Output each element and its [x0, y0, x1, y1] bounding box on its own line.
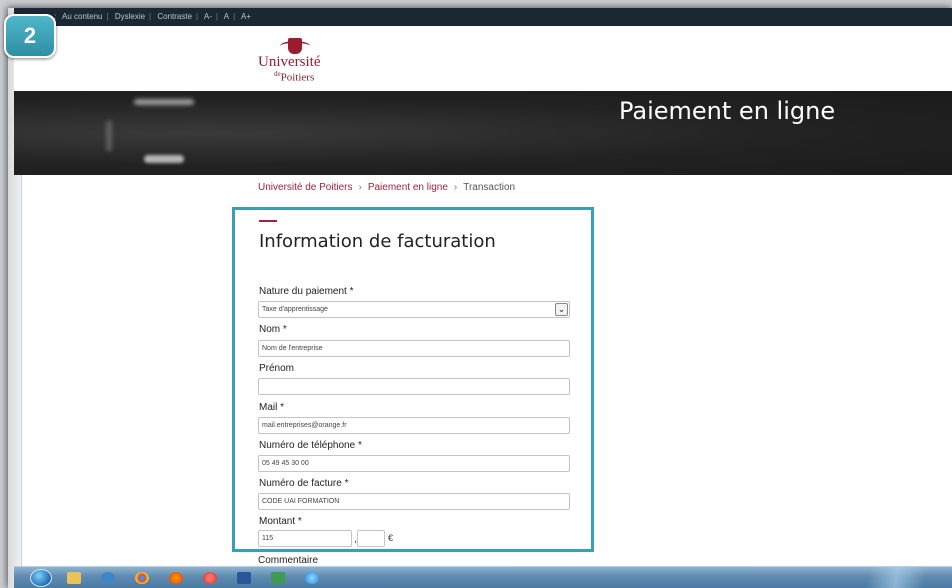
breadcrumb-current: Transaction — [463, 182, 516, 193]
hero-banner: Paiement en ligne — [14, 91, 952, 175]
montant-label: Montant * — [259, 516, 302, 527]
logo-sub: dePoitiers — [274, 70, 315, 84]
chevron-right-icon: › — [453, 182, 458, 193]
currency-symbol: € — [388, 533, 394, 543]
taskbar-decoration — [812, 567, 952, 588]
facture-input[interactable]: CODE UAI FORMATION — [258, 493, 570, 510]
file-explorer-icon[interactable] — [62, 569, 86, 587]
montant-decimal-input[interactable] — [357, 530, 385, 547]
chevron-right-icon: › — [358, 182, 362, 193]
telephone-label: Numéro de téléphone * — [259, 440, 362, 451]
nature-label: Nature du paiement * — [259, 286, 354, 297]
chrome-icon[interactable] — [130, 569, 154, 587]
chevron-down-icon[interactable]: ⌄ — [555, 303, 568, 316]
commentaire-label: Commentaire — [258, 555, 319, 566]
breadcrumb-home[interactable]: Université de Poitiers — [258, 182, 352, 193]
university-logo[interactable]: Université dePoitiers — [258, 36, 348, 86]
prenom-input[interactable] — [258, 378, 570, 395]
step-badge: 2 — [4, 14, 56, 58]
form-title: Information de facturation — [259, 231, 496, 252]
site-header: Université dePoitiers — [14, 26, 952, 91]
hero-decoration — [144, 155, 184, 163]
facture-label: Numéro de facture * — [259, 478, 349, 489]
crest-icon — [280, 38, 310, 54]
mail-input[interactable]: mail.entreprises@orange.fr — [258, 417, 570, 434]
logo-name: Université — [258, 54, 321, 70]
nom-input[interactable]: Nom de l'entreprise — [258, 340, 570, 357]
opera-icon[interactable] — [198, 569, 222, 587]
telephone-input[interactable]: 05 49 45 30 00 — [258, 455, 570, 472]
access-link-font-decrease[interactable]: A- — [204, 12, 212, 21]
access-link-contrast[interactable]: Contraste — [157, 12, 192, 21]
page-title: Paiement en ligne — [619, 97, 836, 125]
media-player-icon[interactable] — [96, 569, 120, 587]
accessibility-bar: : Au contenu | Dyslexie | Contraste | A- | A… — [14, 8, 952, 26]
nature-select[interactable]: Taxe d'apprentissage ⌄ — [258, 301, 570, 318]
access-link-font-reset[interactable]: A — [224, 12, 229, 21]
firefox-icon[interactable] — [164, 569, 188, 587]
mail-label: Mail * — [259, 402, 285, 413]
access-link-dyslexia[interactable]: Dyslexie — [115, 12, 145, 21]
word-icon[interactable] — [232, 569, 256, 587]
nature-value: Taxe d'apprentissage — [262, 306, 328, 313]
nom-label: Nom * — [259, 324, 287, 335]
excel-icon[interactable] — [266, 569, 290, 587]
billing-form: Information de facturation Nature du pai… — [232, 207, 594, 552]
title-accent — [259, 220, 277, 222]
breadcrumb-payment[interactable]: Paiement en ligne — [368, 182, 448, 193]
prenom-label: Prénom — [259, 363, 295, 374]
windows-start-icon[interactable] — [30, 569, 52, 587]
taskbar — [14, 566, 952, 588]
internet-explorer-icon[interactable] — [300, 569, 324, 587]
breadcrumb: Université de Poitiers › Paiement en ligne… — [258, 182, 515, 193]
access-link-font-increase[interactable]: A+ — [241, 12, 251, 21]
access-link-content[interactable]: Au contenu — [62, 12, 102, 21]
hero-decoration — [106, 121, 112, 151]
hero-decoration — [134, 99, 194, 105]
montant-integer-input[interactable]: 115 — [258, 530, 352, 547]
